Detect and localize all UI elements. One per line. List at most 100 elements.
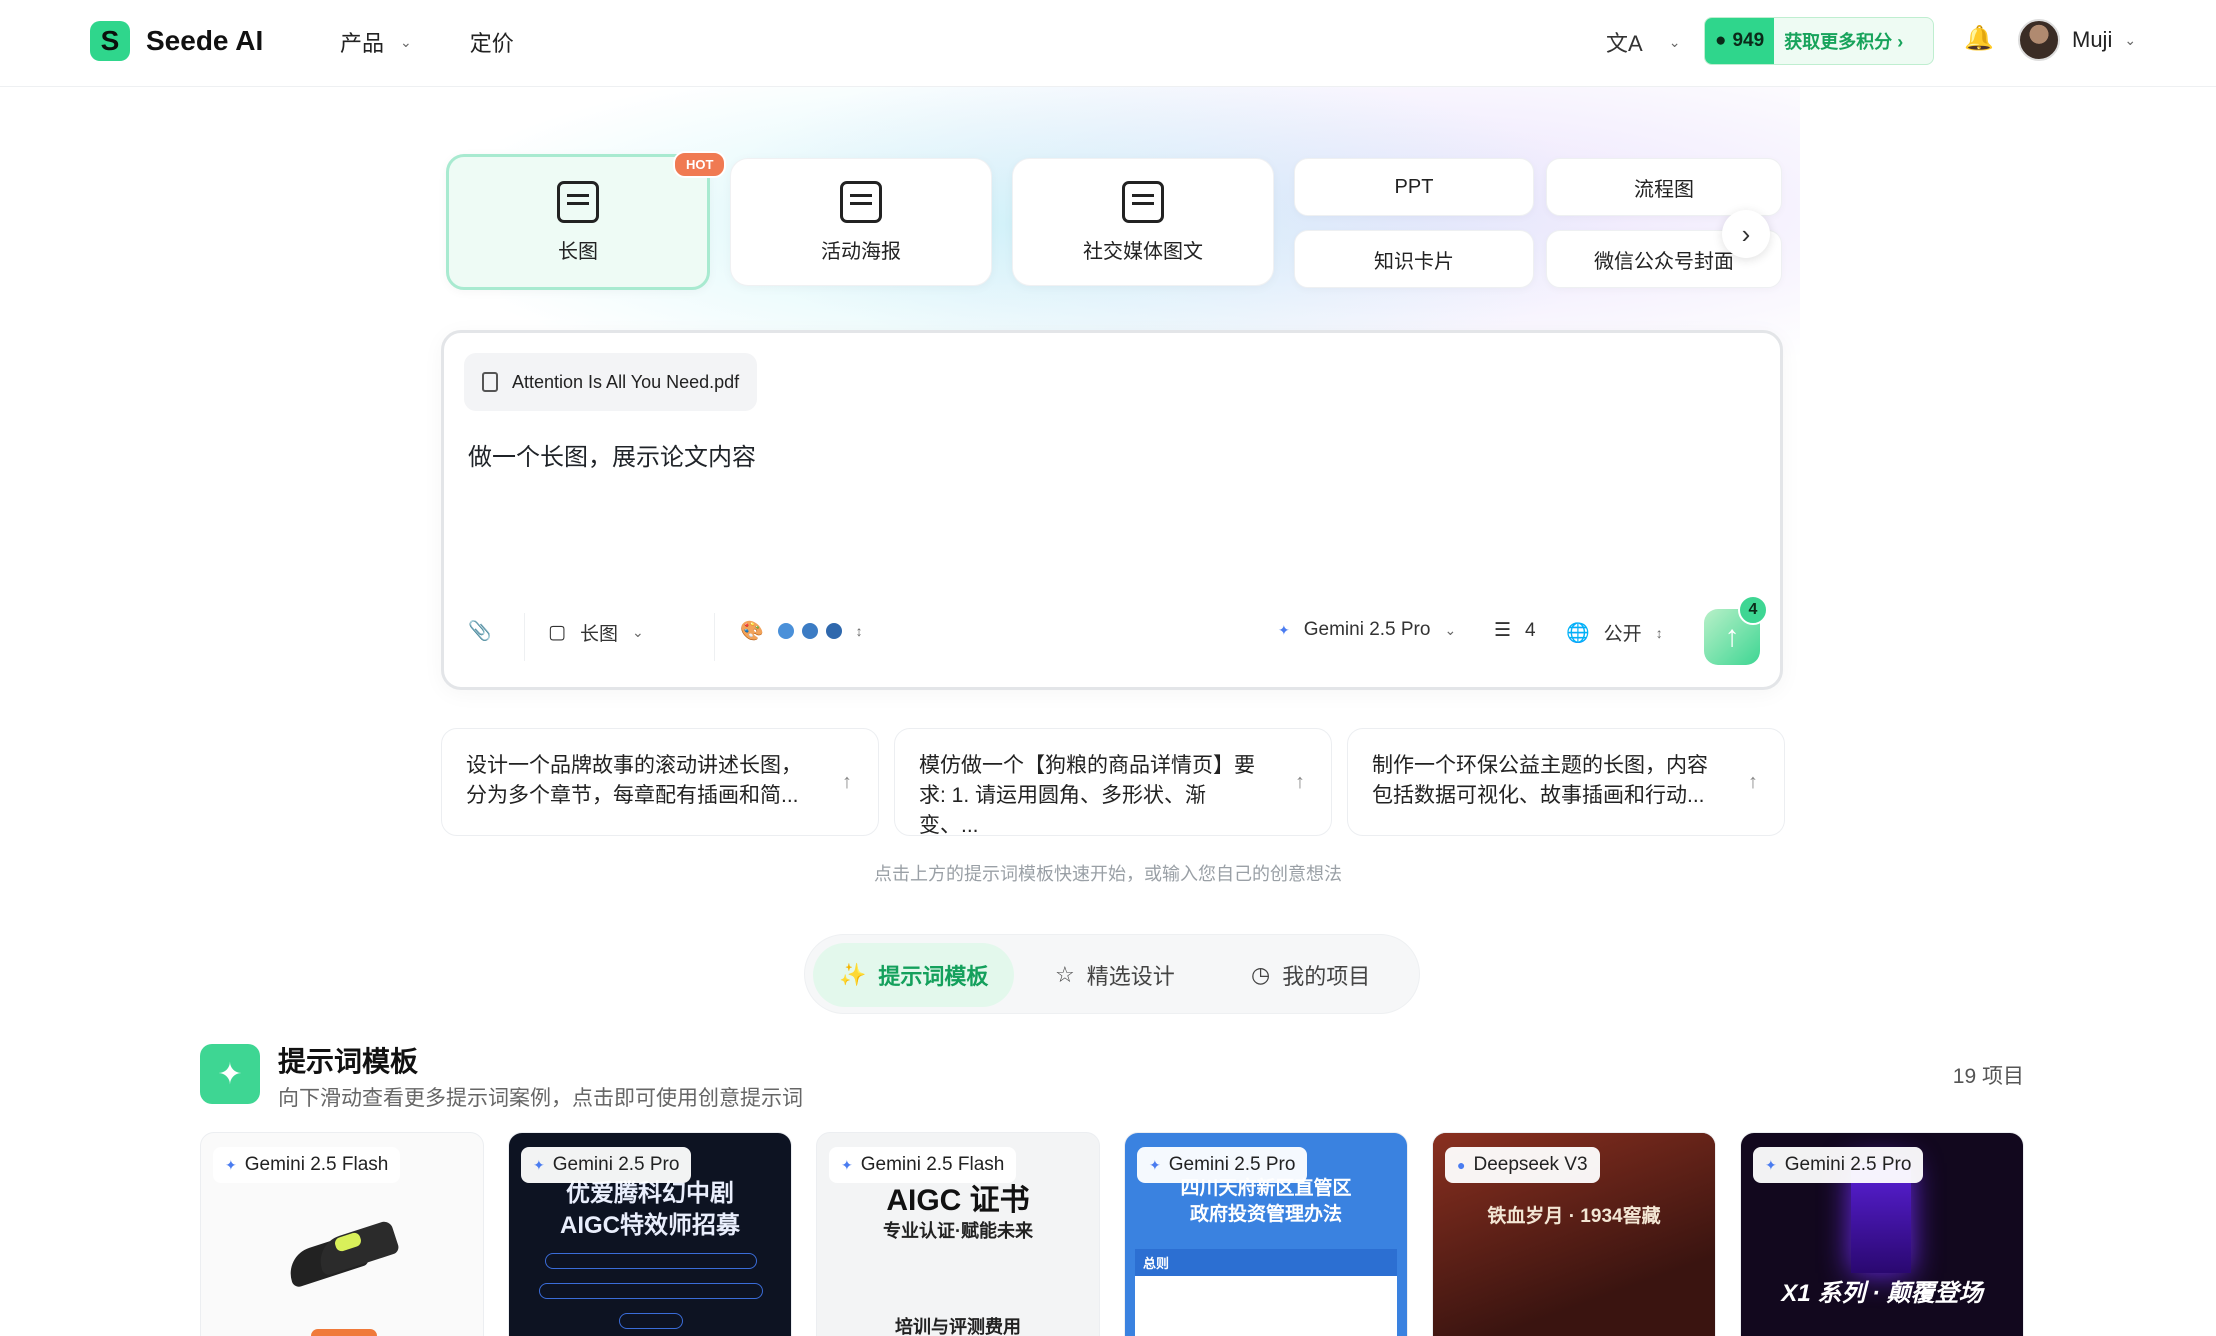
paperclip-icon[interactable]: 📎: [468, 619, 492, 643]
social-post-icon: [1122, 180, 1164, 223]
template-card[interactable]: ✦ Gemini 2.5 Pro X1 系列 · 颠覆登场: [1740, 1132, 2024, 1336]
section-title: 提示词模板: [278, 1046, 419, 1077]
template-card[interactable]: ✦ Gemini 2.5 Flash: [200, 1132, 484, 1336]
tab-label: 精选设计: [1086, 964, 1175, 989]
user-menu[interactable]: Muji ⌄: [2018, 19, 2136, 61]
count-select[interactable]: ☰ 4: [1494, 619, 1536, 642]
suggestion-card[interactable]: 模仿做一个【狗粮的商品详情页】要 求: 1. 请运用圆角、多形状、渐变、... …: [894, 728, 1332, 837]
model-tag: ● Deepseek V3: [1445, 1147, 1600, 1183]
model-select[interactable]: ✦ Gemini 2.5 Pro ⌄: [1278, 619, 1456, 641]
card-subtitle: 政府投资管理办法: [1189, 1204, 1342, 1225]
gemini-icon: ✦: [225, 1156, 237, 1173]
suggestion-text: 设计一个品牌故事的滚动讲述长图，: [466, 754, 802, 777]
content-tabs: ✨ 提示词模板 ☆ 精选设计 ◷ 我的项目: [804, 934, 1420, 1014]
model-tag: ✦ Gemini 2.5 Flash: [213, 1147, 401, 1183]
template-card[interactable]: ✦ Gemini 2.5 Pro 优爱腾科幻中剧 AIGC特效师招募: [508, 1132, 792, 1336]
palette-swatch: [825, 623, 842, 639]
chevron-down-icon: ⌄: [1668, 33, 1681, 50]
card-footer: 总则: [1135, 1249, 1397, 1276]
format-select[interactable]: ▢ 长图 ⌄: [548, 619, 644, 646]
tab-prompt-templates[interactable]: ✨ 提示词模板: [813, 943, 1015, 1007]
category-knowledge-card[interactable]: 知识卡片: [1294, 230, 1534, 288]
chevron-down-icon: ⌄: [400, 33, 412, 50]
chevron-updown-icon: ↕: [1655, 624, 1663, 641]
category-flowchart[interactable]: 流程图: [1546, 158, 1782, 216]
chevron-right-icon[interactable]: ›: [1722, 210, 1770, 258]
category-label: 社交媒体图文: [1083, 240, 1203, 263]
suggestion-text: 求: 1. 请运用圆角、多形状、渐变、...: [919, 784, 1207, 837]
model-name: Gemini 2.5 Flash: [860, 1154, 1005, 1175]
attachment-name: Attention Is All You Need.pdf: [512, 371, 740, 392]
suggestion-card[interactable]: 制作一个环保公益主题的长图，内容 包括数据可视化、故事插画和行动... ↑: [1347, 728, 1785, 836]
nav-label-product: 产品: [340, 31, 385, 56]
hot-badge: HOT: [673, 151, 727, 178]
category-poster[interactable]: 活动海报: [730, 158, 992, 286]
bell-icon[interactable]: 🔔: [1964, 24, 1994, 53]
document-icon: [482, 372, 498, 392]
pill-label: PPT: [1394, 175, 1434, 198]
count-label: 4: [1525, 619, 1536, 641]
nav-item-product[interactable]: 产品 ⌄: [340, 26, 412, 58]
divider: [714, 613, 715, 661]
tab-label: 提示词模板: [878, 964, 989, 989]
credit-cta-label: 获取更多积分: [1784, 32, 1893, 52]
sparkles-icon: ✨: [839, 962, 867, 987]
sneaker-image: [283, 1213, 401, 1293]
divider: [524, 613, 525, 661]
drop-icon: ●: [1715, 30, 1727, 51]
card-subtitle: AIGC特效师招募: [560, 1212, 740, 1239]
pill-label: 知识卡片: [1374, 250, 1454, 273]
main-nav: 产品 ⌄ 定价: [340, 26, 514, 58]
card-footer: 培训与评测费用: [895, 1317, 1021, 1336]
category-social-post[interactable]: 社交媒体图文: [1012, 158, 1274, 286]
chevron-updown-icon: ↕: [855, 623, 863, 639]
section-subtitle: 向下滑动查看更多提示词案例，点击即可使用创意提示词: [278, 1087, 803, 1110]
suggestion-text: 分为多个章节，每章配有插画和简...: [466, 784, 799, 807]
credits-widget[interactable]: ● 949 获取更多积分 ›: [1704, 17, 1934, 65]
send-button[interactable]: ↑ 4: [1704, 595, 1768, 665]
model-name: Gemini 2.5 Flash: [244, 1154, 389, 1175]
tab-featured-designs[interactable]: ☆ 精选设计: [1029, 943, 1201, 1007]
nav-label-pricing: 定价: [469, 31, 514, 56]
gemini-icon: ✦: [1149, 1156, 1161, 1173]
model-tag: ✦ Gemini 2.5 Pro: [1137, 1147, 1308, 1183]
suggestion-text: 制作一个环保公益主题的长图，内容: [1372, 754, 1708, 777]
template-card[interactable]: ● Deepseek V3 铁血岁月 · 1934窖藏: [1432, 1132, 1716, 1336]
sparkles-icon: ✦: [200, 1044, 260, 1104]
get-more-credits-link[interactable]: 获取更多积分 ›: [1774, 28, 1913, 54]
visibility-label: 公开: [1603, 624, 1642, 645]
model-tag: ✦ Gemini 2.5 Pro: [1753, 1147, 1924, 1183]
language-switcher[interactable]: 文A ⌄: [1606, 26, 1680, 58]
template-card[interactable]: ✦ Gemini 2.5 Flash AIGC 证书 专业认证·赋能未来 培训与评…: [816, 1132, 1100, 1336]
brand-logo[interactable]: S Seede AI: [90, 21, 263, 61]
prompt-composer: Attention Is All You Need.pdf 做一个长图，展示论文…: [441, 330, 1783, 690]
credit-count: 949: [1732, 30, 1765, 51]
frame-icon: ▢: [548, 622, 566, 643]
decor-pill: [619, 1313, 683, 1329]
format-label: 长图: [579, 624, 618, 645]
palette-select[interactable]: 🎨 ↕: [740, 619, 863, 643]
globe-icon: 🌐: [1566, 622, 1590, 644]
pill-label: 微信公众号封面: [1594, 250, 1734, 273]
template-card[interactable]: ✦ Gemini 2.5 Pro 四川天府新区直管区 政府投资管理办法 总则: [1124, 1132, 1408, 1336]
category-long-image[interactable]: 长图 HOT: [446, 151, 727, 290]
prompt-input[interactable]: 做一个长图，展示论文内容: [468, 437, 756, 472]
model-label: Gemini 2.5 Pro: [1303, 619, 1431, 640]
gemini-icon: ✦: [841, 1156, 853, 1173]
gemini-icon: ✦: [533, 1156, 545, 1173]
visibility-select[interactable]: 🌐 公开 ↕: [1566, 619, 1663, 646]
arrow-up-icon: ↑: [842, 771, 852, 793]
attachment-chip[interactable]: Attention Is All You Need.pdf: [464, 353, 758, 411]
suggestion-card[interactable]: 设计一个品牌故事的滚动讲述长图， 分为多个章节，每章配有插画和简... ↑: [441, 728, 879, 836]
translate-icon: 文A: [1606, 31, 1643, 56]
gemini-icon: ✦: [1765, 1156, 1777, 1173]
arrow-up-icon: ↑: [1724, 620, 1740, 653]
nav-item-pricing[interactable]: 定价: [470, 26, 514, 58]
clock-icon: ◷: [1251, 962, 1271, 987]
category-ppt[interactable]: PPT: [1294, 158, 1534, 216]
poster-icon: [840, 180, 882, 223]
suggestion-text: 包括数据可视化、故事插画和行动...: [1372, 784, 1705, 807]
chevron-down-icon: ⌄: [631, 624, 644, 640]
tab-my-projects[interactable]: ◷ 我的项目: [1225, 943, 1396, 1007]
credit-balance: ● 949: [1705, 18, 1775, 64]
